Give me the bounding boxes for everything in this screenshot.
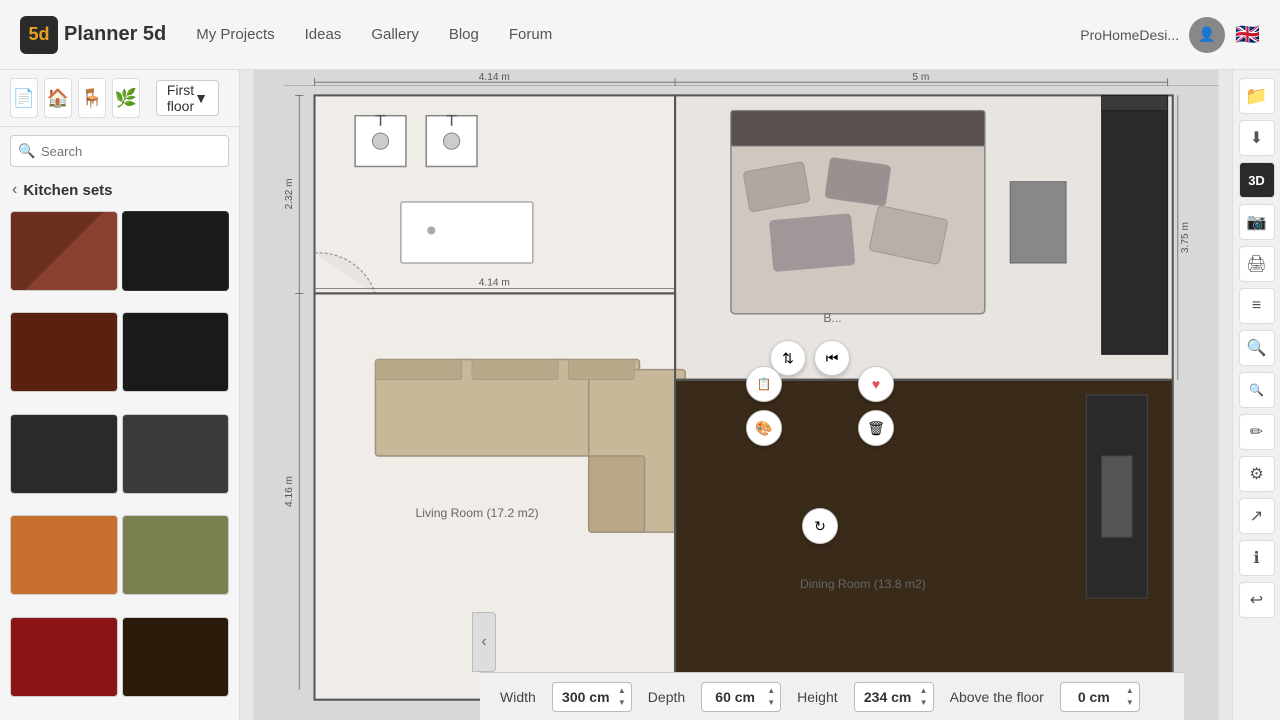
kitchen-item-6[interactable]	[122, 414, 230, 494]
svg-text:B...: B...	[823, 311, 841, 325]
rotate-button[interactable]: ↻	[802, 508, 838, 544]
settings-button[interactable]: ⚙	[1239, 456, 1275, 492]
info-button[interactable]: ℹ	[1239, 540, 1275, 576]
kitchen-item-2[interactable]	[122, 211, 230, 291]
category-title: Kitchen sets	[23, 182, 112, 199]
home-button[interactable]: 🏠	[44, 78, 72, 118]
paint-button[interactable]: 🎨	[746, 410, 782, 446]
furniture-button[interactable]: 🪑	[78, 78, 106, 118]
nav-ideas[interactable]: Ideas	[305, 26, 342, 43]
nav-my-projects[interactable]: My Projects	[196, 26, 274, 43]
width-label: Width	[500, 689, 536, 705]
main-content: 📄 🏠 🪑 🌿 First floor ▼ 🔍 ‹ Kitchen sets	[0, 70, 1280, 720]
floor-up-arrow[interactable]: ▲	[1122, 685, 1138, 697]
kitchen-item-8[interactable]	[122, 515, 230, 595]
height-down-arrow[interactable]: ▼	[916, 697, 932, 709]
depth-arrows: ▲ ▼	[763, 682, 779, 712]
logo-icon: 5d	[20, 16, 58, 54]
search-icon: 🔍	[18, 143, 35, 160]
depth-up-arrow[interactable]: ▲	[763, 685, 779, 697]
3d-view-button[interactable]: 3D	[1239, 162, 1275, 198]
user-avatar[interactable]: 👤	[1189, 17, 1225, 53]
floor-label: Above the floor	[950, 689, 1044, 705]
kitchen-item-7[interactable]	[10, 515, 118, 595]
floor-arrows: ▲ ▼	[1122, 682, 1138, 712]
new-project-button[interactable]: 📄	[10, 78, 38, 118]
zoom-out-button[interactable]: 🔍	[1239, 372, 1275, 408]
favorite-button[interactable]: ♥	[858, 366, 894, 402]
back-arrow-icon: ‹	[12, 181, 17, 199]
height-input-wrap: ▲ ▼	[854, 682, 934, 712]
back-button[interactable]: ‹ Kitchen sets	[0, 175, 239, 205]
nav-blog[interactable]: Blog	[449, 26, 479, 43]
width-arrows: ▲ ▼	[614, 682, 630, 712]
floor-selector-label: First floor	[167, 82, 194, 114]
depth-down-arrow[interactable]: ▼	[763, 697, 779, 709]
center-button[interactable]: ⏮	[814, 340, 850, 376]
edit-button[interactable]: ✏	[1239, 414, 1275, 450]
svg-text:4.14 m: 4.14 m	[479, 277, 510, 288]
kitchen-item-10[interactable]	[122, 617, 230, 697]
plants-button[interactable]: 🌿	[112, 78, 140, 118]
nav-gallery[interactable]: Gallery	[371, 26, 419, 43]
floor-selector[interactable]: First floor ▼	[156, 80, 219, 116]
kitchen-item-3[interactable]	[10, 312, 118, 392]
toolbar-icons: 📄 🏠 🪑 🌿 First floor ▼	[0, 70, 239, 127]
kitchen-item-5[interactable]	[10, 414, 118, 494]
svg-text:4.14 m: 4.14 m	[479, 72, 510, 83]
width-down-arrow[interactable]: ▼	[614, 697, 630, 709]
floor-input-wrap: ▲ ▼	[1060, 682, 1140, 712]
left-sidebar: 📄 🏠 🪑 🌿 First floor ▼ 🔍 ‹ Kitchen sets	[0, 70, 240, 720]
share-button[interactable]: ↗	[1239, 498, 1275, 534]
svg-text:5 m: 5 m	[912, 72, 929, 83]
svg-text:4.16 m: 4.16 m	[284, 476, 295, 507]
kitchen-item-4[interactable]	[122, 312, 230, 392]
logo[interactable]: 5d Planner 5d	[20, 16, 166, 54]
dimension-bar: Width ▲ ▼ Depth ▲ ▼ Height ▲	[480, 672, 1184, 720]
right-sidebar: 📁 ⬇ 3D 📷 🖨 ≡ 🔍 🔍 ✏ ⚙ ↗ ℹ ↩	[1232, 70, 1280, 720]
top-navigation: 5d Planner 5d My Projects Ideas Gallery …	[0, 0, 1280, 70]
nav-forum[interactable]: Forum	[509, 26, 552, 43]
logo-text: Planner 5d	[64, 23, 166, 46]
height-arrows: ▲ ▼	[916, 682, 932, 712]
user-area: ProHomeDesi... 👤 🇬🇧	[1080, 17, 1260, 53]
width-up-arrow[interactable]: ▲	[614, 685, 630, 697]
download-button[interactable]: ⬇	[1239, 120, 1275, 156]
search-input[interactable]	[10, 135, 229, 167]
canvas-area[interactable]: B... Living Room (17.2 m2) Dining Room (…	[240, 70, 1232, 720]
width-input-wrap: ▲ ▼	[552, 682, 632, 712]
chevron-down-icon: ▼	[194, 90, 208, 106]
undo-button[interactable]: ↩	[1239, 582, 1275, 618]
floor-down-arrow[interactable]: ▼	[1122, 697, 1138, 709]
copy-button[interactable]: 📋	[746, 366, 782, 402]
items-grid	[0, 205, 239, 720]
floor-plan-svg: B... Living Room (17.2 m2) Dining Room (…	[240, 70, 1232, 720]
kitchen-item-1[interactable]	[10, 211, 118, 291]
new-file-button[interactable]: 📁	[1239, 78, 1275, 114]
delete-button[interactable]: 🗑	[858, 410, 894, 446]
print-button[interactable]: 🖨	[1239, 246, 1275, 282]
svg-text:3.75 m: 3.75 m	[1180, 222, 1191, 253]
language-flag[interactable]: 🇬🇧	[1235, 22, 1260, 47]
svg-text:2.32 m: 2.32 m	[284, 178, 295, 209]
camera-button[interactable]: 📷	[1239, 204, 1275, 240]
depth-input-wrap: ▲ ▼	[701, 682, 781, 712]
svg-text:Living Room (17.2 m2): Living Room (17.2 m2)	[415, 506, 538, 520]
depth-label: Depth	[648, 689, 685, 705]
height-up-arrow[interactable]: ▲	[916, 685, 932, 697]
username-label: ProHomeDesi...	[1080, 27, 1179, 43]
stats-button[interactable]: ≡	[1239, 288, 1275, 324]
collapse-sidebar-button[interactable]: ‹	[472, 612, 496, 672]
height-label: Height	[797, 689, 837, 705]
search-box: 🔍	[10, 135, 229, 167]
zoom-in-button[interactable]: 🔍	[1239, 330, 1275, 366]
kitchen-item-9[interactable]	[10, 617, 118, 697]
svg-text:Dining Room (13.8 m2): Dining Room (13.8 m2)	[800, 577, 926, 591]
